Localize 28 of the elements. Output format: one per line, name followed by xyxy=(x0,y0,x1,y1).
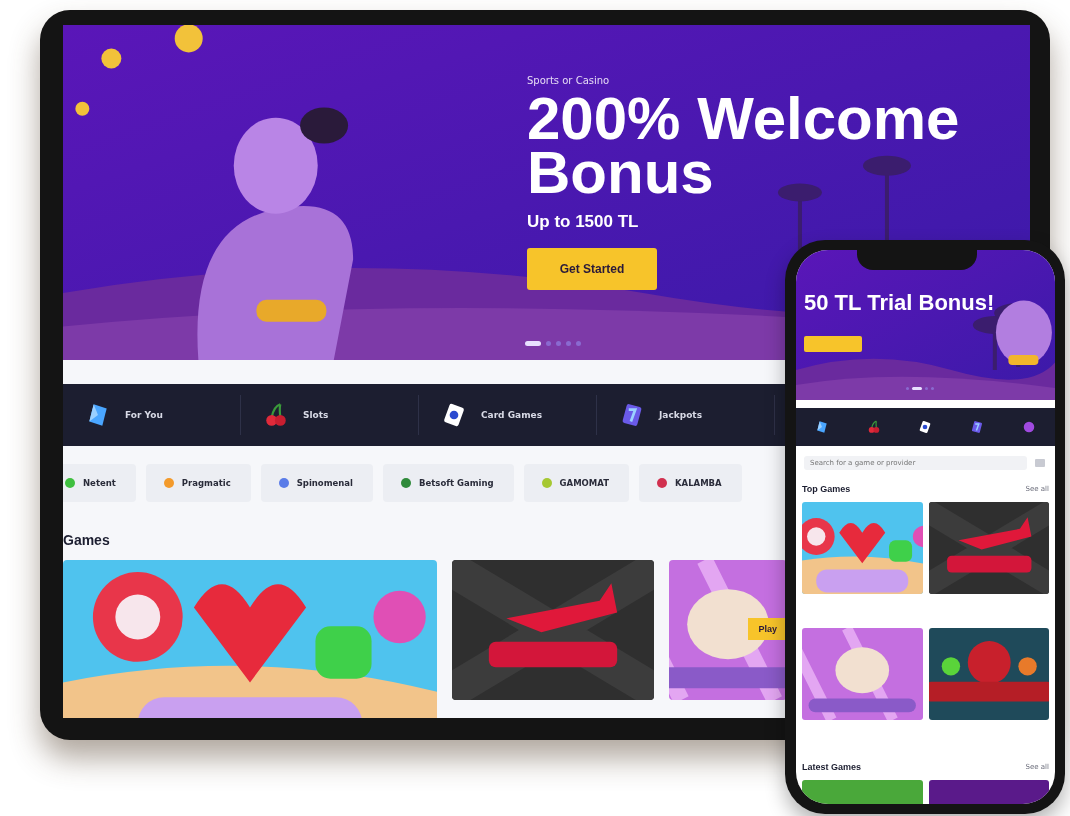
slot-icon xyxy=(970,420,985,434)
carousel-dot[interactable] xyxy=(925,387,928,390)
card-icon xyxy=(918,420,933,434)
filter-icon[interactable] xyxy=(1033,456,1047,470)
provider-name: KALAMBA xyxy=(675,478,722,488)
category-tab[interactable]: Card Games xyxy=(481,410,542,420)
provider-chip[interactable]: Netent xyxy=(63,464,136,502)
provider-chip[interactable]: Spinomenal xyxy=(260,464,374,502)
carousel-dot[interactable] xyxy=(906,387,909,390)
cherry-icon xyxy=(263,402,289,428)
category-tab[interactable]: Jackpots xyxy=(659,410,703,420)
provider-chip[interactable]: Betsoft Gaming xyxy=(383,464,514,502)
provider-name: Pragmatic xyxy=(181,478,231,488)
provider-name: Spinomenal xyxy=(296,478,354,488)
provider-name: Netent xyxy=(83,478,116,488)
section-title: Top Games xyxy=(802,484,851,494)
carousel-dot[interactable] xyxy=(931,387,934,390)
cherry-icon xyxy=(866,420,881,434)
provider-name: Betsoft Gaming xyxy=(419,478,494,488)
category-tab[interactable]: Slots xyxy=(303,410,329,420)
provider-chip[interactable]: Pragmatic xyxy=(145,464,251,502)
section-title: Games xyxy=(63,532,111,548)
provider-chip[interactable]: KALAMBA xyxy=(639,464,742,502)
play-button[interactable]: Play xyxy=(748,618,787,640)
provider-name: GAMOMAT xyxy=(559,478,609,488)
category-tab[interactable]: For You xyxy=(125,410,163,420)
section-title: Latest Games xyxy=(802,762,862,772)
provider-chip[interactable]: GAMOMAT xyxy=(523,464,629,502)
